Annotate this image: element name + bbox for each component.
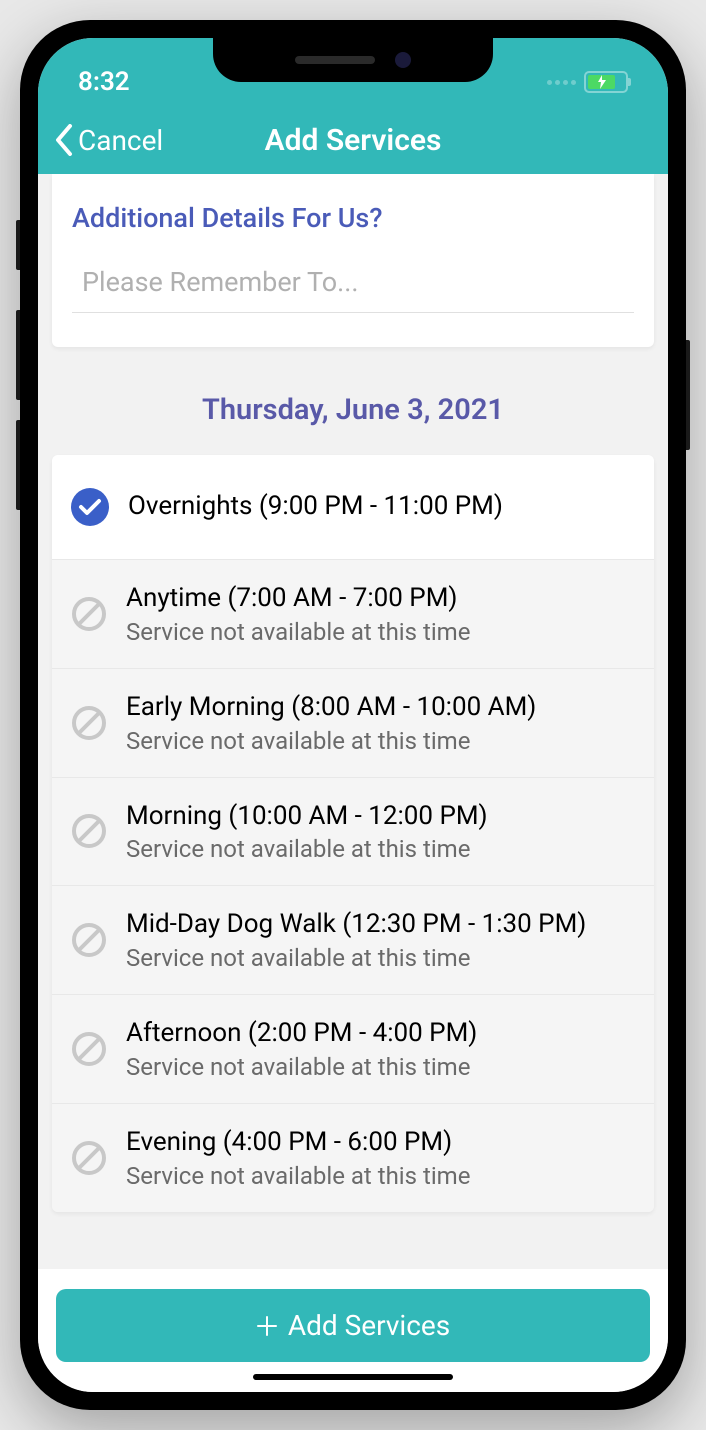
- service-text: Afternoon (2:00 PM - 4:00 PM) Service no…: [126, 1017, 636, 1081]
- page-title: Add Services: [265, 123, 442, 158]
- phone-frame: 8:32: [20, 20, 686, 1410]
- nav-bar: Cancel Add Services: [38, 106, 668, 174]
- service-subtitle: Service not available at this time: [126, 944, 636, 972]
- chevron-back-icon: [54, 124, 74, 156]
- service-subtitle: Service not available at this time: [126, 727, 636, 755]
- cancel-button[interactable]: Cancel: [54, 124, 163, 157]
- status-indicators: [547, 71, 628, 93]
- service-title: Overnights (9:00 PM - 11:00 PM): [128, 490, 636, 524]
- service-row-midday[interactable]: Mid-Day Dog Walk (12:30 PM - 1:30 PM) Se…: [52, 886, 654, 995]
- camera: [395, 52, 411, 68]
- service-subtitle: Service not available at this time: [126, 1053, 636, 1081]
- services-list: Overnights (9:00 PM - 11:00 PM) Anytime …: [52, 455, 654, 1212]
- service-row-afternoon[interactable]: Afternoon (2:00 PM - 4:00 PM) Service no…: [52, 995, 654, 1104]
- details-label: Additional Details For Us?: [72, 202, 634, 234]
- block-icon: [70, 921, 108, 959]
- notch: [213, 38, 493, 82]
- service-text: Early Morning (8:00 AM - 10:00 AM) Servi…: [126, 691, 636, 755]
- service-row-morning[interactable]: Morning (10:00 AM - 12:00 PM) Service no…: [52, 778, 654, 887]
- block-icon: [70, 704, 108, 742]
- service-row-evening[interactable]: Evening (4:00 PM - 6:00 PM) Service not …: [52, 1104, 654, 1212]
- service-title: Morning (10:00 AM - 12:00 PM): [126, 800, 636, 834]
- service-row-early-morning[interactable]: Early Morning (8:00 AM - 10:00 AM) Servi…: [52, 669, 654, 778]
- block-icon: [70, 595, 108, 633]
- side-button: [686, 340, 690, 450]
- status-time: 8:32: [78, 67, 130, 97]
- service-text: Anytime (7:00 AM - 7:00 PM) Service not …: [126, 582, 636, 646]
- service-subtitle: Service not available at this time: [126, 618, 636, 646]
- signal-icon: [547, 80, 576, 85]
- side-button: [16, 310, 20, 400]
- service-title: Afternoon (2:00 PM - 4:00 PM): [126, 1017, 636, 1051]
- side-button: [16, 420, 20, 510]
- service-text: Overnights (9:00 PM - 11:00 PM): [128, 490, 636, 524]
- block-icon: [70, 812, 108, 850]
- check-circle-icon: [70, 487, 110, 527]
- service-row-anytime[interactable]: Anytime (7:00 AM - 7:00 PM) Service not …: [52, 560, 654, 669]
- phone-screen: 8:32: [38, 38, 668, 1392]
- side-button: [16, 220, 20, 270]
- plus-icon: [256, 1315, 278, 1337]
- details-input[interactable]: [72, 258, 634, 313]
- service-text: Evening (4:00 PM - 6:00 PM) Service not …: [126, 1126, 636, 1190]
- service-row-overnights[interactable]: Overnights (9:00 PM - 11:00 PM): [52, 455, 654, 560]
- service-subtitle: Service not available at this time: [126, 1162, 636, 1190]
- service-title: Anytime (7:00 AM - 7:00 PM): [126, 582, 636, 616]
- block-icon: [70, 1030, 108, 1068]
- add-services-button[interactable]: Add Services: [56, 1289, 650, 1362]
- cancel-label: Cancel: [78, 124, 163, 157]
- content-scroll[interactable]: Additional Details For Us? Thursday, Jun…: [38, 174, 668, 1269]
- block-icon: [70, 1139, 108, 1177]
- service-text: Morning (10:00 AM - 12:00 PM) Service no…: [126, 800, 636, 864]
- service-title: Early Morning (8:00 AM - 10:00 AM): [126, 691, 636, 725]
- details-card: Additional Details For Us?: [52, 174, 654, 347]
- service-title: Evening (4:00 PM - 6:00 PM): [126, 1126, 636, 1160]
- speaker: [295, 56, 375, 64]
- service-title: Mid-Day Dog Walk (12:30 PM - 1:30 PM): [126, 908, 636, 942]
- add-button-label: Add Services: [288, 1309, 450, 1342]
- service-subtitle: Service not available at this time: [126, 835, 636, 863]
- battery-icon: [584, 71, 628, 93]
- service-text: Mid-Day Dog Walk (12:30 PM - 1:30 PM) Se…: [126, 908, 636, 972]
- home-indicator[interactable]: [253, 1374, 453, 1380]
- date-header: Thursday, June 3, 2021: [38, 361, 668, 455]
